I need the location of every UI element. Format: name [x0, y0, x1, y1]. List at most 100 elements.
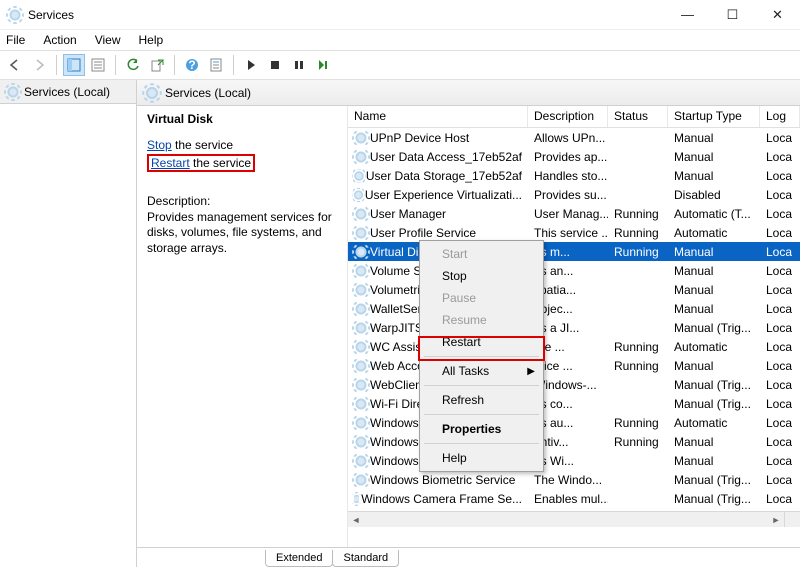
- service-row[interactable]: Virtual Dises m...RunningManualLoca: [348, 242, 800, 261]
- service-row[interactable]: User Data Storage_17eb52afHandles sto...…: [348, 166, 800, 185]
- menu-file[interactable]: File: [6, 33, 25, 47]
- restart-service-link[interactable]: Restart: [151, 156, 190, 170]
- service-row[interactable]: Wi-Fi Direes co...Manual (Trig...Loca: [348, 394, 800, 413]
- service-name: Windows Biometric Service: [370, 473, 515, 487]
- forward-button[interactable]: [28, 54, 50, 76]
- ctx-start[interactable]: Start: [422, 243, 541, 265]
- console-tree: Services (Local): [0, 80, 137, 567]
- menu-action[interactable]: Action: [43, 33, 76, 47]
- restart-service-button[interactable]: [312, 54, 334, 76]
- service-row[interactable]: WarpJITSves a JI...Manual (Trig...Loca: [348, 318, 800, 337]
- service-row[interactable]: Web Accorvice ...RunningManualLoca: [348, 356, 800, 375]
- ctx-all-tasks[interactable]: All Tasks▶: [422, 360, 541, 382]
- column-headers: Name Description Status Startup Type Log: [348, 106, 800, 128]
- service-row[interactable]: UPnP Device HostAllows UPn...ManualLoca: [348, 128, 800, 147]
- ctx-help[interactable]: Help: [422, 447, 541, 469]
- submenu-arrow-icon: ▶: [527, 366, 535, 377]
- service-startup: Automatic (T...: [668, 207, 760, 221]
- ctx-stop[interactable]: Stop: [422, 265, 541, 287]
- service-name: User Manager: [370, 207, 446, 221]
- gear-icon: [354, 454, 368, 468]
- description-label: Description:: [147, 194, 337, 210]
- service-row[interactable]: User Data Access_17eb52afProvides ap...M…: [348, 147, 800, 166]
- ctx-refresh[interactable]: Refresh: [422, 389, 541, 411]
- service-logon: Loca: [760, 169, 800, 183]
- service-startup: Disabled: [668, 188, 760, 202]
- show-hide-tree-button[interactable]: [63, 54, 85, 76]
- service-row[interactable]: WC Assistare ...RunningAutomaticLoca: [348, 337, 800, 356]
- ctx-restart[interactable]: Restart: [422, 331, 541, 353]
- service-row[interactable]: Volume Shes an...ManualLoca: [348, 261, 800, 280]
- svg-text:?: ?: [188, 58, 195, 72]
- gear-icon: [354, 283, 368, 297]
- service-row[interactable]: Volumetricspatia...ManualLoca: [348, 280, 800, 299]
- col-description[interactable]: Description: [528, 106, 608, 127]
- service-row[interactable]: User Profile ServiceThis service ...Runn…: [348, 223, 800, 242]
- context-menu: Start Stop Pause Resume Restart All Task…: [419, 240, 544, 472]
- col-status[interactable]: Status: [608, 106, 668, 127]
- service-startup: Manual (Trig...: [668, 378, 760, 392]
- gear-icon: [354, 245, 368, 259]
- gear-icon: [354, 302, 368, 316]
- gear-icon: [354, 321, 368, 335]
- service-startup: Automatic: [668, 416, 760, 430]
- back-button[interactable]: [4, 54, 26, 76]
- service-row[interactable]: Windowses Wi...ManualLoca: [348, 451, 800, 470]
- service-row[interactable]: Windows Biometric ServiceThe Windo...Man…: [348, 470, 800, 489]
- service-status: Running: [608, 226, 668, 240]
- service-logon: Loca: [760, 188, 800, 202]
- ctx-properties[interactable]: Properties: [422, 418, 541, 440]
- stop-suffix: the service: [172, 138, 233, 152]
- col-startup-type[interactable]: Startup Type: [668, 106, 760, 127]
- service-status: Running: [608, 435, 668, 449]
- close-button[interactable]: ✕: [755, 0, 800, 30]
- export-button[interactable]: [146, 54, 168, 76]
- details-button[interactable]: [87, 54, 109, 76]
- service-row[interactable]: Windowses au...RunningAutomaticLoca: [348, 413, 800, 432]
- service-row[interactable]: WebClientWindows-...Manual (Trig...Loca: [348, 375, 800, 394]
- properties-button[interactable]: [205, 54, 227, 76]
- ctx-pause[interactable]: Pause: [422, 287, 541, 309]
- stop-service-link[interactable]: Stop: [147, 138, 172, 152]
- horizontal-scrollbar[interactable]: ◄ ►: [348, 511, 784, 527]
- tree-root-services-local[interactable]: Services (Local): [0, 80, 136, 104]
- service-status: Running: [608, 359, 668, 373]
- scroll-right-icon[interactable]: ►: [768, 515, 784, 525]
- service-row[interactable]: User ManagerUser Manag...RunningAutomati…: [348, 204, 800, 223]
- gear-icon: [354, 264, 368, 278]
- gear-icon: [354, 131, 368, 145]
- refresh-button[interactable]: [122, 54, 144, 76]
- help-button[interactable]: ?: [181, 54, 203, 76]
- service-logon: Loca: [760, 416, 800, 430]
- start-service-button[interactable]: [240, 54, 262, 76]
- scroll-left-icon[interactable]: ◄: [348, 515, 364, 525]
- service-row[interactable]: Windowsantiv...RunningManualLoca: [348, 432, 800, 451]
- restart-suffix: the service: [190, 156, 251, 170]
- stop-service-button[interactable]: [264, 54, 286, 76]
- service-logon: Loca: [760, 378, 800, 392]
- service-startup: Manual: [668, 264, 760, 278]
- service-row[interactable]: Windows Camera Frame Se...Enables mul...…: [348, 489, 800, 508]
- service-name: Virtual Dis: [370, 245, 424, 259]
- maximize-button[interactable]: ☐: [710, 0, 755, 30]
- pause-service-button[interactable]: [288, 54, 310, 76]
- minimize-button[interactable]: —: [665, 0, 710, 30]
- gear-icon: [354, 359, 368, 373]
- ctx-resume[interactable]: Resume: [422, 309, 541, 331]
- col-name[interactable]: Name: [348, 106, 528, 127]
- service-startup: Manual: [668, 169, 760, 183]
- service-row[interactable]: User Experience Virtualizati...Provides …: [348, 185, 800, 204]
- gear-icon: [354, 378, 368, 392]
- gear-icon: [354, 492, 359, 506]
- pane-header: Services (Local): [137, 80, 800, 106]
- tab-standard[interactable]: Standard: [332, 550, 399, 567]
- service-row[interactable]: WalletServobjec...ManualLoca: [348, 299, 800, 318]
- description-body: Provides management services for disks, …: [147, 210, 337, 257]
- menu-view[interactable]: View: [95, 33, 121, 47]
- service-startup: Manual: [668, 245, 760, 259]
- selected-service-name: Virtual Disk: [147, 112, 337, 126]
- menu-help[interactable]: Help: [139, 33, 164, 47]
- tab-extended[interactable]: Extended: [265, 550, 333, 567]
- service-startup: Manual: [668, 435, 760, 449]
- col-logon[interactable]: Log: [760, 106, 800, 127]
